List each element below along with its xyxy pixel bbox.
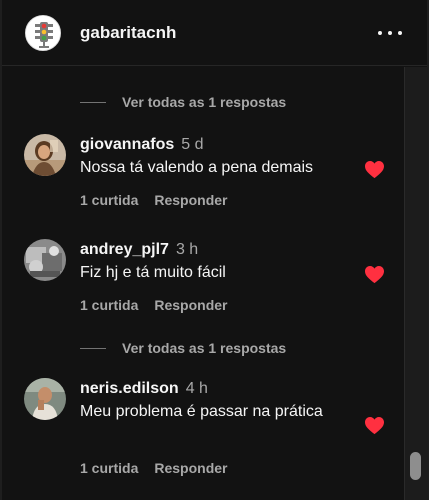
reply-button[interactable]: Responder [154,192,227,208]
comment-actions: 1 curtida Responder [80,192,227,208]
view-replies-label: Ver todas as 1 respostas [122,94,287,110]
avatar[interactable] [24,134,66,176]
post-header: gabaritacnh [2,0,427,66]
likes-count-button[interactable]: 1 curtida [80,460,138,476]
view-replies-button[interactable]: Ver todas as 1 respostas [80,93,286,111]
heart-filled-icon[interactable] [364,416,385,435]
likes-count-button[interactable]: 1 curtida [80,192,138,208]
more-dot [398,31,402,35]
reply-button[interactable]: Responder [154,297,227,313]
comment-header: neris.edilson 4 h [80,380,208,398]
replies-divider [80,101,106,103]
comment-username[interactable]: giovannafos [80,136,174,154]
heart-filled-icon[interactable] [364,160,385,179]
comment-header: andrey_pjl7 3 h [80,241,198,259]
likes-count-button[interactable]: 1 curtida [80,297,138,313]
view-replies-label: Ver todas as 1 respostas [122,340,287,356]
user-photo-icon [24,134,66,176]
traffic-light-logo-icon [26,16,60,50]
post-author-username[interactable]: gabaritacnh [80,23,176,43]
comment-timestamp: 4 h [185,380,208,397]
comment-text: Fiz hj e tá muito fácil [80,264,226,281]
scrollbar-thumb[interactable] [410,452,421,480]
comment-actions: 1 curtida Responder [80,297,227,313]
profile-avatar[interactable] [25,15,61,51]
more-dot [388,31,392,35]
comment-text: Meu problema é passar na prática [80,403,323,420]
comment-timestamp: 5 d [181,136,204,153]
more-horizontal-icon [378,31,382,35]
replies-divider [80,347,106,349]
comment-username[interactable]: andrey_pjl7 [80,241,169,259]
avatar[interactable] [24,378,66,420]
comment-actions: 1 curtida Responder [80,460,227,476]
comments-panel: gabaritacnh Ver todas as 1 respostas gio… [0,0,429,500]
more-options-button[interactable] [378,30,402,36]
scrollbar-track[interactable] [404,67,428,500]
user-photo-icon [24,378,66,420]
reply-button[interactable]: Responder [154,460,227,476]
comment-username[interactable]: neris.edilson [80,380,179,398]
user-photo-icon [24,239,66,281]
comment-header: giovannafos 5 d [80,136,203,154]
view-replies-button[interactable]: Ver todas as 1 respostas [80,339,286,357]
comment-timestamp: 3 h [175,241,199,258]
heart-filled-icon[interactable] [364,265,385,284]
comment-text: Nossa tá valendo a pena demais [80,159,314,176]
avatar[interactable] [24,239,66,281]
